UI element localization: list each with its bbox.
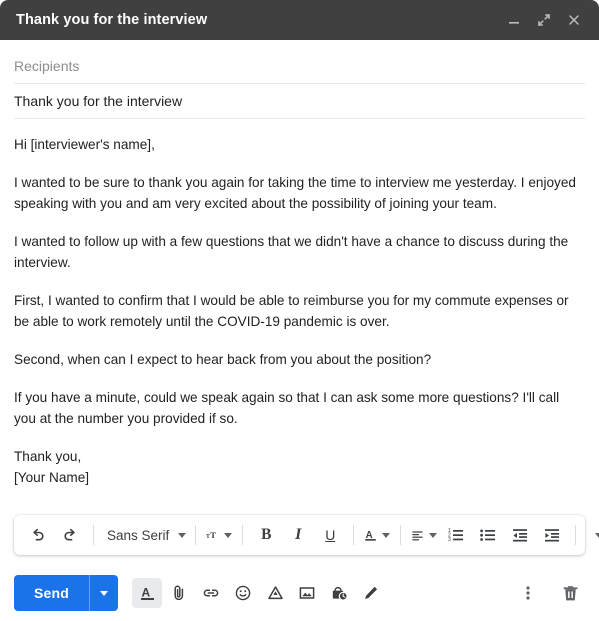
toolbar-separator [575,525,577,545]
compose-window: Thank you for the interview Recipients T… [0,0,599,621]
formatting-toolbar: Sans Serif T T B I U A 1 2 3 [14,515,599,555]
send-group: Send [14,575,119,611]
italic-label: I [295,526,302,543]
more-options-button[interactable] [513,578,543,608]
numbered-list-button[interactable]: 1 2 3 [440,521,472,549]
trash-icon [563,585,577,600]
signature-line: [Your Name] [14,470,90,485]
close-button[interactable] [561,7,587,33]
chevron-down-icon [595,532,599,538]
chevron-down-icon [224,532,233,538]
align-left-icon [412,531,423,541]
indent-more-icon [545,529,560,542]
discard-draft-button[interactable] [555,578,585,608]
subject-field[interactable]: Thank you for the interview [14,84,585,119]
minimize-icon [509,22,519,24]
expand-icon [538,14,550,26]
svg-text:T: T [210,530,216,540]
window-controls [501,7,587,33]
confidential-mode-button[interactable] [324,578,354,608]
toolbar-separator [400,525,402,545]
indent-more-button[interactable] [536,521,568,549]
italic-button[interactable]: I [282,521,314,549]
font-family-select[interactable]: Sans Serif [101,521,188,549]
formatting-options-button[interactable]: A [132,578,163,608]
bulleted-list-button[interactable] [472,521,504,549]
body-paragraph: Hi [interviewer's name], [14,137,155,152]
lock-clock-icon [332,586,348,601]
indent-less-icon [513,529,528,542]
insert-link-button[interactable] [196,578,226,608]
bold-button[interactable]: B [250,521,282,549]
toolbar-separator [195,525,197,545]
body-paragraph: I wanted to follow up with a few questio… [14,234,569,270]
body-paragraph: First, I wanted to confirm that I would … [14,293,569,329]
action-bar-right-group [513,578,585,608]
numbered-list-icon: 1 2 3 [448,528,464,543]
chevron-down-icon [382,532,391,538]
underline-label: U [325,527,336,543]
subject-value: Thank you for the interview [14,93,183,109]
text-color-button[interactable]: A [361,521,393,549]
toolbar-separator [93,525,94,545]
text-color-icon: A [365,530,377,541]
body-paragraph: I wanted to be sure to thank you again f… [14,175,576,211]
chevron-down-icon [178,532,187,538]
more-vert-icon [526,586,530,600]
redo-icon [64,528,75,541]
emoji-icon [235,585,251,601]
insert-photo-button[interactable] [292,578,322,608]
toolbar-separator [242,525,244,545]
window-title-bar: Thank you for the interview [0,0,599,40]
compose-action-bar: Send A [0,565,599,621]
svg-text:T: T [206,534,210,540]
message-body[interactable]: Hi [interviewer's name], I wanted to be … [0,119,599,515]
font-family-value: Sans Serif [107,527,170,543]
recipients-field[interactable]: Recipients [14,49,585,84]
insert-emoji-button[interactable] [228,578,258,608]
chevron-down-icon [100,590,109,596]
paperclip-icon [174,585,184,601]
body-paragraph: Second, when can I expect to hear back f… [14,352,432,367]
link-icon [203,589,219,597]
svg-text:A: A [141,586,150,600]
window-title: Thank you for the interview [16,12,208,28]
send-button[interactable]: Send [14,575,89,611]
body-paragraph: If you have a minute, could we speak aga… [14,390,560,426]
toolbar-separator [353,525,355,545]
google-drive-icon [267,586,283,600]
redo-button[interactable] [54,521,86,549]
action-icon-group: A [132,578,386,608]
more-formatting-button[interactable] [583,521,599,549]
pen-icon [365,586,378,599]
signoff-line: Thank you, [14,449,82,464]
underline-button[interactable]: U [314,521,346,549]
svg-text:3: 3 [448,537,451,543]
formatting-a-icon: A [140,586,154,600]
bulleted-list-icon [480,529,496,541]
font-size-icon: T T [206,530,216,540]
recipients-placeholder: Recipients [14,58,80,74]
undo-icon [33,528,44,541]
image-icon [299,587,315,599]
chevron-down-icon [429,532,438,538]
attach-files-button[interactable] [164,578,194,608]
insert-drive-file-button[interactable] [260,578,290,608]
insert-signature-button[interactable] [356,578,386,608]
send-options-button[interactable] [89,575,118,611]
expand-button[interactable] [531,7,557,33]
undo-button[interactable] [22,521,54,549]
align-button[interactable] [408,521,440,549]
font-size-select[interactable]: T T [203,521,235,549]
body-signature-block: Thank you, [Your Name] [14,446,579,488]
close-icon [569,15,579,25]
minimize-button[interactable] [501,7,527,33]
indent-less-button[interactable] [504,521,536,549]
bold-label: B [261,526,272,543]
